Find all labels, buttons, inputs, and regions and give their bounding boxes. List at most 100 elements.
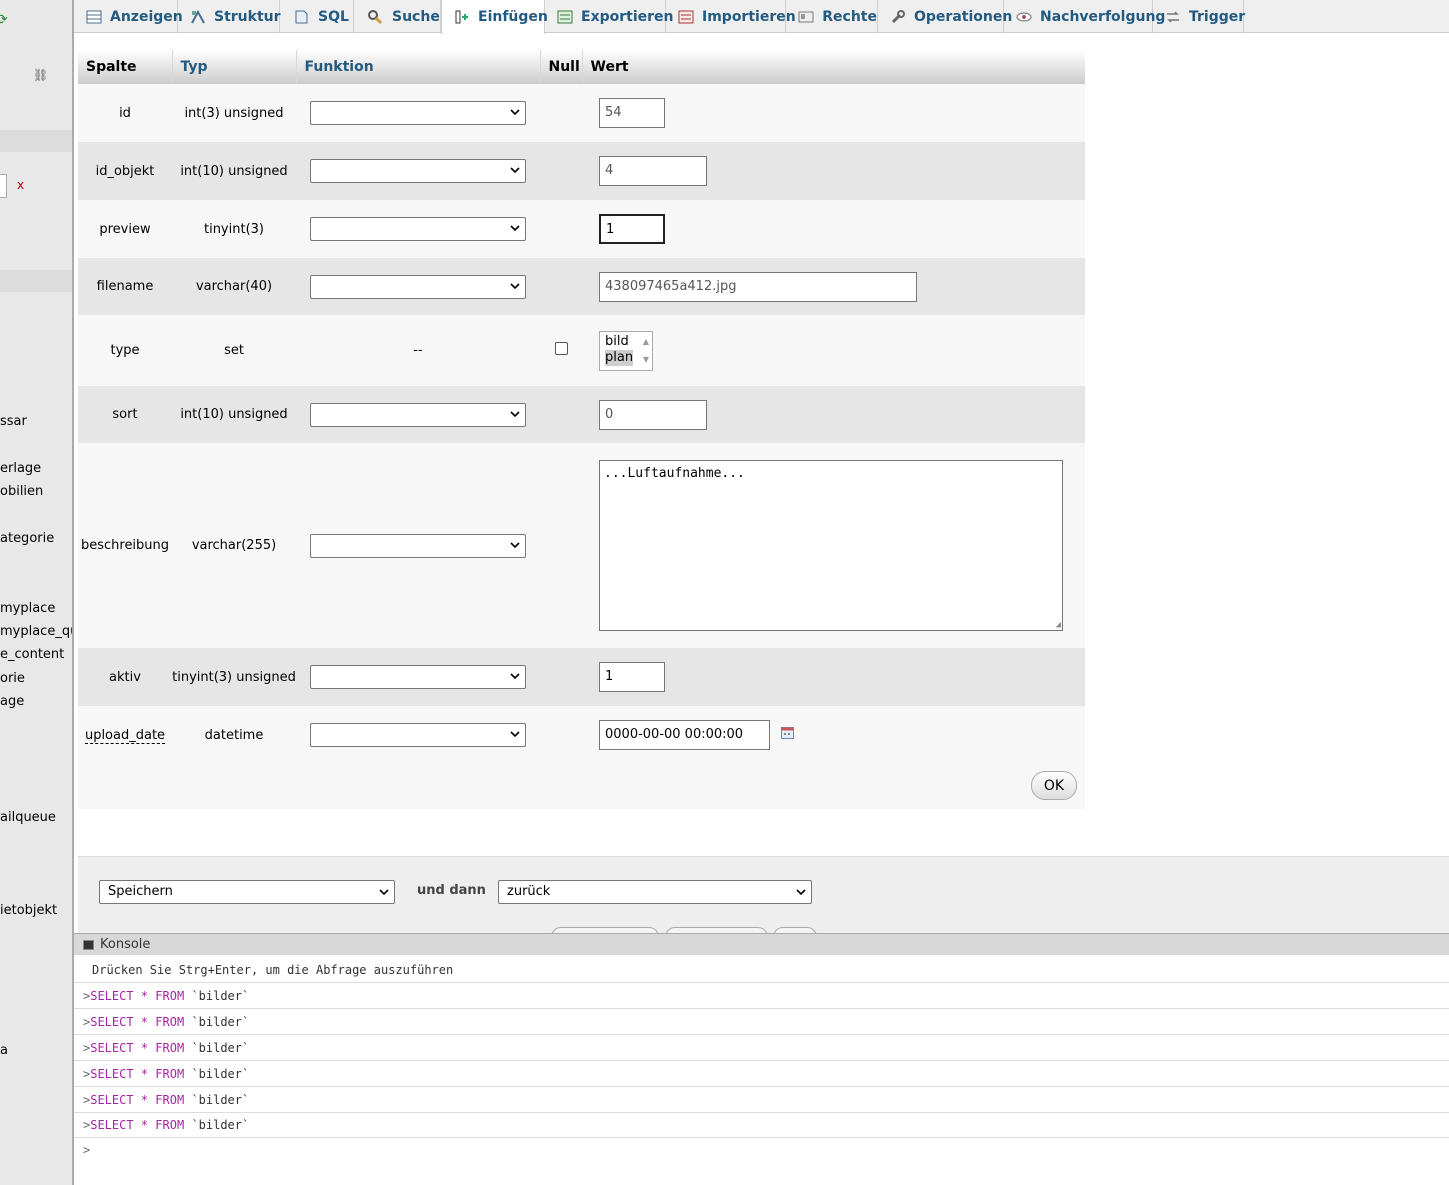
sidebar-item[interactable]: erlage [0,461,41,476]
sidebar-item[interactable]: a [0,1043,8,1058]
sql-keyword: SELECT [90,989,134,1003]
reload-icon[interactable]: ⟳ [0,12,8,28]
tab-bar: Anzeigen Struktur SQL Suche Einfügen Exp… [74,0,1449,34]
set-option-selected[interactable]: plan [605,349,634,366]
console-query-line[interactable]: >SELECT * FROM `bilder` [74,1087,1449,1113]
sidebar-item[interactable]: e_content [0,647,64,662]
tab-struktur[interactable]: Struktur [178,0,281,33]
function-select[interactable] [310,217,526,241]
table-row: sort int(10) unsigned 0 [78,386,1085,443]
header-function[interactable]: Funktion [296,50,541,84]
submit-row [78,764,1085,809]
calendar-icon[interactable] [781,727,795,743]
tab-rechte[interactable]: Rechte [786,0,878,33]
value-textarea[interactable]: ...Luftaufnahme... ◢ [599,460,1063,631]
value-input[interactable]: 438097465a412.jpg [599,271,917,302]
sidebar-item[interactable]: age [0,694,24,709]
column-name: type [78,315,172,386]
tab-operationen[interactable]: Operationen [878,0,1012,33]
set-multiselect[interactable]: bild plan ▲ ▼ [599,330,653,371]
column-name: filename [78,258,172,315]
after-insert-panel: Speichern und dann zurück [78,856,1449,947]
scroll-down-icon[interactable]: ▼ [643,352,649,368]
function-select[interactable] [310,101,526,125]
value-input[interactable]: 1 [599,214,665,244]
chevron-down-icon [510,541,520,548]
function-select[interactable] [310,402,526,427]
function-select[interactable] [310,274,526,299]
console-query-line[interactable]: >SELECT * FROM `bilder` [74,1061,1449,1087]
function-select[interactable] [310,665,526,689]
sidebar-item[interactable]: orie [0,671,25,686]
tab-importieren[interactable]: Importieren [666,0,796,33]
tab-anzeigen[interactable]: Anzeigen [74,0,183,33]
value-input[interactable]: 4 [599,156,707,186]
null-checkbox[interactable] [554,342,568,355]
action-select[interactable]: Speichern [99,880,395,904]
action-select-value: Speichern [108,884,173,899]
tab-suche[interactable]: Suche [354,0,441,33]
tab-label: Importieren [702,8,796,25]
sql-keyword: FROM [155,989,185,1003]
tab-sql[interactable]: SQL [280,0,354,33]
console-query-line[interactable]: >SELECT * FROM `bilder` [74,1009,1449,1035]
column-name: upload_date [84,727,166,744]
datetime-input[interactable]: 0000-00-00 00:00:00 [599,720,770,750]
privileges-icon [798,8,814,26]
tab-label: Einfügen [478,9,548,25]
sql-star: * [140,1015,149,1029]
sidebar-item[interactable]: myplace [0,601,55,616]
sidebar-band [0,130,72,152]
tab-label: Trigger [1189,8,1246,25]
console-header[interactable]: Konsole [74,933,1449,955]
console-query-line[interactable]: >SELECT * FROM `bilder` [74,1112,1449,1138]
sql-keyword: SELECT [90,1118,134,1132]
table-row: upload_date datetime 0000-00-00 00:00:00 [78,706,1085,764]
function-select[interactable] [310,723,526,747]
resize-handle-icon[interactable]: ◢ [1056,620,1061,630]
sidebar-filter-input[interactable] [0,174,7,198]
tab-label: Operationen [914,8,1013,25]
navigation-sidebar: ⟳ ⛓ x ssar erlage obilien ategorie mypla… [0,0,72,1185]
tab-label: Rechte [822,8,877,25]
clear-filter-icon[interactable]: x [17,178,24,192]
value-input[interactable]: 54 [599,98,665,128]
sidebar-item[interactable]: ategorie [0,531,54,546]
table-row: aktiv tinyint(3) unsigned 1 [78,648,1085,706]
chevron-down-icon [510,282,520,289]
sql-table: `bilder` [191,1015,250,1029]
sidebar-item[interactable]: ietobjekt [0,903,57,918]
sql-star: * [140,1041,149,1055]
tab-label: Suche [392,8,440,25]
scroll-up-icon[interactable]: ▲ [643,334,649,350]
header-type[interactable]: Typ [172,50,297,84]
value-input[interactable]: 1 [599,662,665,692]
sidebar-item[interactable]: obilien [0,484,43,499]
tab-trigger[interactable]: Trigger [1153,0,1246,33]
console-input[interactable]: > [83,1139,90,1161]
then-select[interactable]: zurück [498,880,812,904]
link-icon[interactable]: ⛓ [33,68,48,82]
sidebar-item[interactable]: ailqueue [0,810,56,825]
function-select[interactable] [310,533,526,558]
tab-nachverfolgung[interactable]: Nachverfolgung [1004,0,1165,33]
sql-table: `bilder` [191,1041,250,1055]
value-input[interactable]: 0 [599,399,707,430]
set-option[interactable]: bild [605,334,647,350]
search-icon [366,8,384,26]
sidebar-item[interactable]: myplace_que [0,624,72,639]
tab-einfuegen[interactable]: Einfügen [441,0,548,34]
ok-button[interactable]: OK [1031,771,1077,800]
and-then-label: und dann [417,883,486,898]
function-select[interactable] [310,159,526,183]
header-value: Wert [582,50,1085,84]
sql-keyword: FROM [155,1015,185,1029]
sidebar-item[interactable]: ssar [0,414,27,429]
console-query-line[interactable]: >SELECT * FROM `bilder` [74,983,1449,1009]
chevron-down-icon [510,410,520,417]
console-query-line[interactable]: >SELECT * FROM `bilder` [74,1035,1449,1061]
header-null: Null [540,50,583,84]
structure-icon [190,8,206,26]
tab-exportieren[interactable]: Exportieren [545,0,674,33]
prompt-glyph: > [83,1143,91,1157]
